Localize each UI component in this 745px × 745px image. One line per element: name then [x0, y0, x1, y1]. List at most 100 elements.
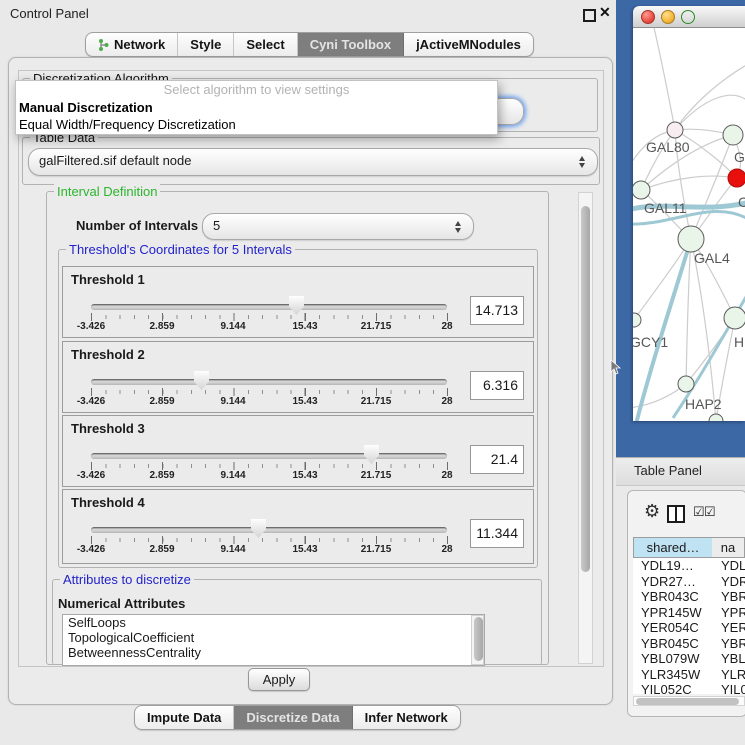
- threshold-3-value-field[interactable]: 21.4: [470, 445, 524, 474]
- cell-name: YIL0: [713, 682, 745, 694]
- node-table[interactable]: YDL19…YDL1 YDR27…YDR2 YBR043CYBR0 YPR145…: [633, 558, 745, 694]
- cell-name: YDL1: [713, 558, 745, 574]
- tick-label: 28: [422, 321, 472, 332]
- list-item[interactable]: TopologicalCoefficient: [63, 630, 484, 645]
- cell-name: YER0: [713, 620, 745, 636]
- tick-label: -3.426: [66, 396, 116, 407]
- table-row[interactable]: YDR27…YDR2: [633, 574, 745, 590]
- threshold-3-slider-track[interactable]: [91, 453, 447, 459]
- list-scrollbar-thumb[interactable]: [474, 617, 483, 661]
- tab-network[interactable]: Network: [86, 33, 178, 56]
- network-window-titlebar[interactable]: [633, 6, 745, 28]
- tab-cyni-toolbox[interactable]: Cyni Toolbox: [298, 33, 404, 56]
- content-scrollbar-thumb[interactable]: [581, 206, 590, 572]
- combo-spinner-icon: [455, 220, 462, 234]
- minimize-traffic-light-icon[interactable]: [661, 10, 675, 24]
- tick-label: -3.426: [66, 321, 116, 332]
- tick-label: 21.715: [351, 470, 401, 481]
- numerical-attributes-list[interactable]: SelfLoops TopologicalCoefficient Between…: [62, 614, 485, 666]
- table-row[interactable]: YBR043CYBR0: [633, 589, 745, 605]
- tick-label: 15.43: [280, 321, 330, 332]
- column-header-name[interactable]: na: [712, 537, 745, 558]
- close-traffic-light-icon[interactable]: [641, 10, 655, 24]
- tick-label: 15.43: [280, 544, 330, 555]
- cell-name: YLR3: [713, 667, 745, 683]
- node-top-right[interactable]: [723, 125, 743, 145]
- table-row[interactable]: YBR045CYBR0: [633, 636, 745, 652]
- tab-label: Discretize Data: [246, 706, 339, 729]
- node-gal80[interactable]: [667, 122, 683, 138]
- gear-icon[interactable]: ⚙: [644, 501, 660, 522]
- tab-impute-data[interactable]: Impute Data: [135, 706, 234, 729]
- table-panel-title: Table Panel: [634, 463, 702, 478]
- node-label-ga: GA: [734, 149, 745, 165]
- checkbox-icon-1[interactable]: ☑: [693, 504, 705, 520]
- apply-button[interactable]: Apply: [248, 668, 310, 691]
- checkbox-icon-2[interactable]: ☑: [704, 504, 716, 520]
- close-icon[interactable]: ✕: [599, 4, 611, 21]
- popup-item-equal-width-frequency[interactable]: Equal Width/Frequency Discretization: [16, 116, 497, 133]
- node-gcy1[interactable]: [633, 313, 641, 327]
- table-horizontal-scrollbar-thumb[interactable]: [636, 698, 739, 705]
- node-h[interactable]: [724, 307, 745, 329]
- node-bottom[interactable]: [709, 414, 723, 421]
- node-highlighted-red[interactable]: [728, 169, 745, 187]
- tick-label: 15.43: [280, 470, 330, 481]
- column-header-shared-name[interactable]: shared…: [633, 537, 713, 558]
- tick-label: 28: [422, 396, 472, 407]
- threshold-2-value-field[interactable]: 6.316: [470, 371, 524, 400]
- threshold-1-slider-track[interactable]: [91, 304, 447, 310]
- threshold-4-value-field[interactable]: 11.344: [470, 519, 524, 548]
- thresholds-group-label: Threshold's Coordinates for 5 Intervals: [66, 242, 295, 257]
- tick-label: -3.426: [66, 544, 116, 555]
- cell-name: YBR0: [713, 636, 745, 652]
- node-label-gal11: GAL11: [644, 200, 687, 216]
- threshold-4-slider-track[interactable]: [91, 527, 447, 533]
- cell-shared-name: YBR045C: [633, 636, 713, 652]
- tab-discretize-data[interactable]: Discretize Data: [234, 706, 352, 729]
- table-horizontal-scrollbar[interactable]: [633, 696, 745, 706]
- node-label-hap2: HAP2: [685, 396, 722, 412]
- float-window-icon[interactable]: [583, 9, 596, 22]
- list-item[interactable]: BetweennessCentrality: [63, 645, 484, 660]
- threshold-1-label: Threshold 1: [71, 272, 145, 287]
- num-intervals-combobox[interactable]: 5: [202, 213, 474, 240]
- tab-jactivemnodules[interactable]: jActiveMNodules: [404, 33, 533, 56]
- table-data-selected-value: galFiltered.sif default node: [39, 153, 191, 168]
- table-row[interactable]: YER054CYER0: [633, 620, 745, 636]
- tick-label: 28: [422, 544, 472, 555]
- tick-label: 15.43: [280, 396, 330, 407]
- tick-label: 9.144: [208, 321, 258, 332]
- cell-shared-name: YPR145W: [633, 605, 713, 621]
- cyni-bottom-tabbar: Impute Data Discretize Data Infer Networ…: [134, 705, 461, 730]
- table-row[interactable]: YDL19…YDL1: [633, 558, 745, 574]
- tab-style[interactable]: Style: [178, 33, 234, 56]
- tab-select[interactable]: Select: [234, 33, 297, 56]
- network-canvas[interactable]: GAL80 GA C GAL11 GAL4 GCY1 H HAP2: [633, 28, 745, 421]
- tab-label: Cyni Toolbox: [310, 33, 391, 56]
- popup-item-manual-discretization[interactable]: Manual Discretization: [16, 99, 497, 116]
- tick-label: 21.715: [351, 396, 401, 407]
- tab-infer-network[interactable]: Infer Network: [353, 706, 460, 729]
- table-row[interactable]: YPR145WYPR1: [633, 605, 745, 621]
- list-item[interactable]: SelfLoops: [63, 615, 484, 630]
- tick-label: 28: [422, 470, 472, 481]
- table-row[interactable]: YBL079WYBL0: [633, 651, 745, 667]
- table-row[interactable]: YIL052CYIL0: [633, 682, 745, 694]
- table-row[interactable]: YLR345WYLR3: [633, 667, 745, 683]
- node-hap2[interactable]: [678, 376, 694, 392]
- split-pane-icon[interactable]: [667, 505, 685, 523]
- table-data-combobox[interactable]: galFiltered.sif default node: [28, 148, 598, 176]
- content-scrollbar[interactable]: [578, 192, 593, 664]
- threshold-2-slider-track[interactable]: [91, 379, 447, 385]
- list-scrollbar[interactable]: [471, 615, 484, 665]
- popup-hint-item[interactable]: Select algorithm to view settings: [16, 81, 497, 99]
- node-gal11[interactable]: [633, 181, 650, 199]
- threshold-1-value-field[interactable]: 14.713: [470, 296, 524, 325]
- node-gal4[interactable]: [678, 226, 704, 252]
- application-window: Control Panel ✕ Network Style Select Cyn…: [0, 0, 745, 745]
- numerical-attributes-label: Numerical Attributes: [58, 596, 185, 611]
- tab-label: jActiveMNodules: [416, 33, 521, 56]
- zoom-traffic-light-icon[interactable]: [681, 10, 695, 24]
- threshold-3-label: Threshold 3: [71, 421, 145, 436]
